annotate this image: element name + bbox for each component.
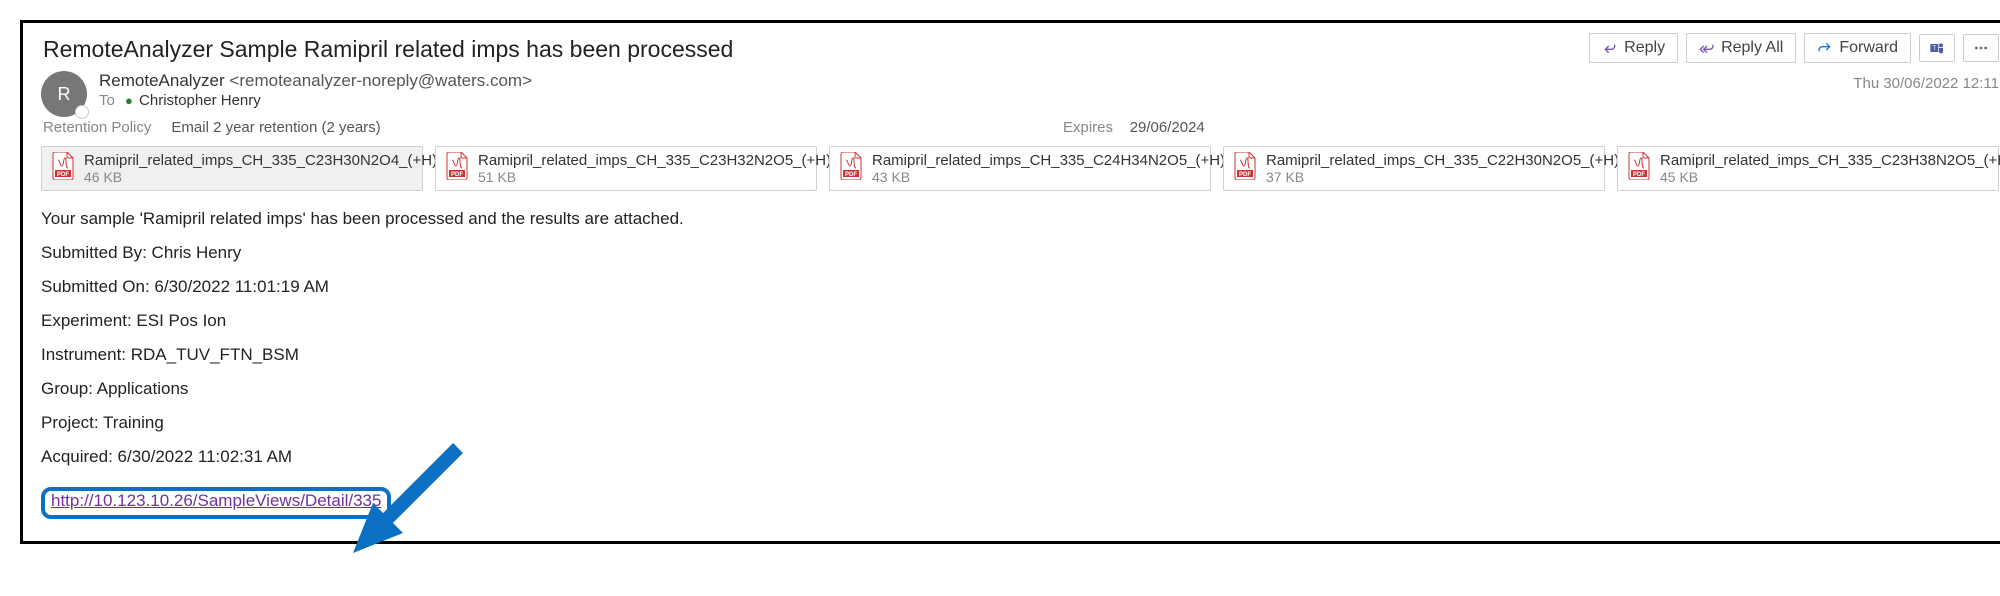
pdf-icon: PDF <box>1232 152 1258 185</box>
svg-text:T: T <box>1932 46 1936 52</box>
body-intro: Your sample 'Ramipril related imps' has … <box>41 209 1999 229</box>
email-body: Your sample 'Ramipril related imps' has … <box>41 209 1999 519</box>
action-toolbar: Reply Reply All Forward T <box>1589 33 1999 63</box>
reply-button[interactable]: Reply <box>1589 33 1678 63</box>
reply-all-icon <box>1699 40 1715 56</box>
expires-value: 29/06/2024 <box>1130 119 1205 136</box>
recipient-line: To ● Christopher Henry <box>99 92 1999 109</box>
reply-all-label: Reply All <box>1721 39 1783 57</box>
ellipsis-icon <box>1973 40 1989 56</box>
avatar: R <box>41 71 87 117</box>
reply-label: Reply <box>1624 39 1665 57</box>
more-actions-button[interactable] <box>1963 34 1999 62</box>
attachment-filename: Ramipril_related_imps_CH_335_C23H38N2O5_… <box>1660 152 2000 169</box>
attachment-item[interactable]: PDF Ramipril_related_imps_CH_335_C23H30N… <box>41 146 423 191</box>
body-instrument: Instrument: RDA_TUV_FTN_BSM <box>41 345 1999 365</box>
body-group: Group: Applications <box>41 379 1999 399</box>
forward-button[interactable]: Forward <box>1804 33 1911 63</box>
expires-label: Expires <box>1063 119 1113 136</box>
to-label: To <box>99 92 115 109</box>
attachment-filename: Ramipril_related_imps_CH_335_C22H30N2O5_… <box>1266 152 1653 169</box>
attachment-filename: Ramipril_related_imps_CH_335_C23H32N2O5_… <box>478 152 865 169</box>
sender-name: RemoteAnalyzer <box>99 71 225 90</box>
attachment-size: 46 KB <box>84 169 471 185</box>
attachment-item[interactable]: PDF Ramipril_related_imps_CH_335_C23H38N… <box>1617 146 1999 191</box>
retention-value: Email 2 year retention (2 years) <box>171 119 380 136</box>
avatar-initial: R <box>58 84 71 105</box>
svg-text:PDF: PDF <box>1239 172 1251 178</box>
sample-detail-link[interactable]: http://10.123.10.26/SampleViews/Detail/3… <box>51 491 381 510</box>
email-header: R RemoteAnalyzer <remoteanalyzer-noreply… <box>41 71 1999 117</box>
svg-text:PDF: PDF <box>1633 172 1645 178</box>
attachment-size: 51 KB <box>478 169 865 185</box>
svg-text:PDF: PDF <box>845 172 857 178</box>
body-experiment: Experiment: ESI Pos Ion <box>41 311 1999 331</box>
attachment-filename: Ramipril_related_imps_CH_335_C24H34N2O5_… <box>872 152 1259 169</box>
body-submitted-by: Submitted By: Chris Henry <box>41 243 1999 263</box>
email-reading-pane: RemoteAnalyzer Sample Ramipril related i… <box>20 20 2000 544</box>
received-timestamp: Thu 30/06/2022 12:11 <box>1853 75 1999 92</box>
body-project: Project: Training <box>41 413 1999 433</box>
pdf-icon: PDF <box>444 152 470 185</box>
attachment-size: 45 KB <box>1660 169 2000 185</box>
attachment-item[interactable]: PDF Ramipril_related_imps_CH_335_C24H34N… <box>829 146 1211 191</box>
svg-text:PDF: PDF <box>451 172 463 178</box>
pdf-icon: PDF <box>838 152 864 185</box>
forward-label: Forward <box>1839 39 1898 57</box>
attachment-size: 37 KB <box>1266 169 1653 185</box>
pdf-icon: PDF <box>1626 152 1652 185</box>
reply-icon <box>1602 40 1618 56</box>
attachment-item[interactable]: PDF Ramipril_related_imps_CH_335_C23H32N… <box>435 146 817 191</box>
retention-label: Retention Policy <box>43 119 151 136</box>
verified-icon: ● <box>125 93 133 108</box>
attachments-row: PDF Ramipril_related_imps_CH_335_C23H30N… <box>41 146 1999 191</box>
body-acquired: Acquired: 6/30/2022 11:02:31 AM <box>41 447 1999 467</box>
presence-indicator <box>75 105 89 119</box>
svg-text:PDF: PDF <box>57 172 69 178</box>
retention-row: Retention Policy Email 2 year retention … <box>43 119 1999 136</box>
body-submitted-on: Submitted On: 6/30/2022 11:01:19 AM <box>41 277 1999 297</box>
forward-icon <box>1817 40 1833 56</box>
recipient-name: Christopher Henry <box>139 92 261 109</box>
highlighted-link-box: http://10.123.10.26/SampleViews/Detail/3… <box>41 487 391 519</box>
sender-line: RemoteAnalyzer <remoteanalyzer-noreply@w… <box>99 71 1999 91</box>
attachment-size: 43 KB <box>872 169 1259 185</box>
attachment-item[interactable]: PDF Ramipril_related_imps_CH_335_C22H30N… <box>1223 146 1605 191</box>
sender-email: <remoteanalyzer-noreply@waters.com> <box>229 71 532 90</box>
teams-icon: T <box>1929 40 1945 56</box>
attachment-filename: Ramipril_related_imps_CH_335_C23H30N2O4_… <box>84 152 471 169</box>
pdf-icon: PDF <box>50 152 76 185</box>
teams-button[interactable]: T <box>1919 34 1955 62</box>
reply-all-button[interactable]: Reply All <box>1686 33 1796 63</box>
